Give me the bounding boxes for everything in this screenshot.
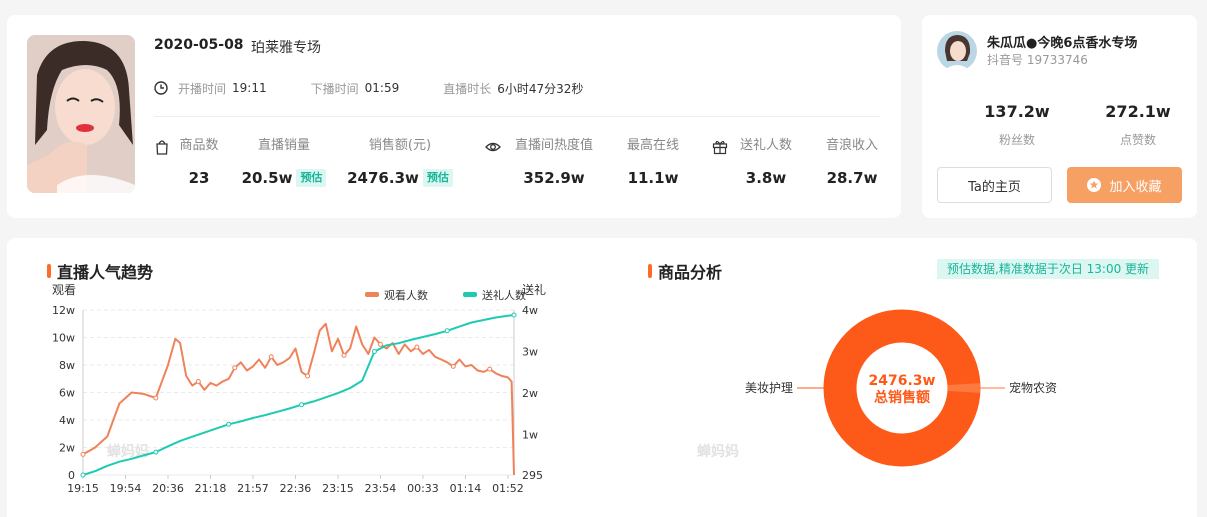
live-session-card: 2020-05-08 珀莱雅专场 开播时间 19:11 下播时间 01:59 直… <box>7 15 901 218</box>
stat-sales: 直播销量 20.5w 预估 <box>239 137 329 189</box>
likes-label: 点赞数 <box>1119 133 1156 147</box>
stat-gifters-label: 送礼人数 <box>739 138 792 153</box>
stat-peak-label: 最高在线 <box>626 138 679 153</box>
anchor-name: 朱瓜瓜●今晚6点香水专场 <box>987 36 1138 51</box>
eye-icon <box>485 142 501 152</box>
add-favorite-label: 加入收藏 <box>1109 179 1162 195</box>
stat-peak: 最高在线 11.1w <box>618 137 688 189</box>
time-row: 开播时间 19:11 下播时间 01:59 直播时长 6小时47分32秒 <box>154 79 583 97</box>
end-time-value: 01:59 <box>364 81 400 95</box>
slice-label: 宠物农资 <box>1009 380 1057 395</box>
stat-sales-label: 直播销量 <box>257 138 310 153</box>
stat-heat-value: 352.9w <box>523 169 585 187</box>
duration-value: 6小时47分32秒 <box>497 81 584 96</box>
clock-icon <box>154 81 168 95</box>
likes-stat: 272.1w 点赞数 <box>1083 101 1193 148</box>
stat-heat-label: 直播间热度值 <box>514 138 593 153</box>
donut-center-value: 2476.3w <box>869 373 936 389</box>
avatar[interactable] <box>937 31 977 71</box>
stat-peak-value: 11.1w <box>627 169 679 187</box>
stat-revenue-value: 2476.3w <box>347 169 419 187</box>
stat-gifters: 送礼人数 3.8w <box>731 137 801 189</box>
end-time-label: 下播时间 <box>310 81 359 96</box>
slice-label: 美妆护理 <box>745 381 793 395</box>
stat-goods-label: 商品数 <box>179 138 219 153</box>
start-time-label: 开播时间 <box>178 81 227 96</box>
gift-icon <box>712 140 728 155</box>
stat-heat: 直播间热度值 352.9w <box>504 137 604 189</box>
fans-label: 粉丝数 <box>998 133 1035 147</box>
estimate-badge: 预估 <box>296 169 327 187</box>
cover-photo-icon <box>27 35 135 193</box>
douyin-id: 抖音号 19733746 <box>987 53 1088 67</box>
start-time-value: 19:11 <box>232 81 267 95</box>
anchor-profile-card: 朱瓜瓜●今晚6点香水专场 抖音号 19733746 137.2w 粉丝数 272… <box>922 15 1197 218</box>
bag-icon <box>156 140 168 155</box>
stat-income: 音浪收入 28.7w <box>817 137 887 189</box>
star-icon <box>1087 178 1102 192</box>
add-favorite-button[interactable]: 加入收藏 <box>1067 167 1182 203</box>
duration-label: 直播时长 <box>443 81 492 96</box>
goods-analysis-donut-chart[interactable]: 蝉妈妈 美妆护理 宠物农资 2476.3w总销售额 <box>7 238 1197 517</box>
fans-stat: 137.2w 粉丝数 <box>962 101 1072 148</box>
stat-revenue: 销售额(元) 2476.3w 预估 <box>343 137 457 189</box>
live-cover-image[interactable] <box>27 35 135 193</box>
live-date: 2020-05-08 <box>154 37 244 53</box>
donut-center-label: 总销售额 <box>874 389 930 406</box>
stat-goods: 商品数 23 <box>171 137 227 189</box>
estimate-badge: 预估 <box>422 169 453 187</box>
fans-value: 137.2w <box>984 102 1050 121</box>
stat-goods-value: 23 <box>188 169 210 187</box>
stat-income-label: 音浪收入 <box>825 138 878 153</box>
stat-gifters-value: 3.8w <box>745 169 787 187</box>
avatar-photo-icon <box>937 31 977 71</box>
stat-sales-value: 20.5w <box>241 169 293 187</box>
watermark-text: 蝉妈妈 <box>697 443 739 460</box>
likes-value: 272.1w <box>1105 102 1171 121</box>
stat-revenue-label: 销售额(元) <box>368 138 432 153</box>
stat-income-value: 28.7w <box>826 169 878 187</box>
homepage-button[interactable]: Ta的主页 <box>937 167 1052 203</box>
charts-card: 直播人气趋势 商品分析 预估数据,精准数据于次日 13:00 更新 蝉妈妈 0 2w… <box>7 238 1197 517</box>
divider <box>154 116 880 117</box>
live-name: 珀莱雅专场 <box>251 40 321 56</box>
